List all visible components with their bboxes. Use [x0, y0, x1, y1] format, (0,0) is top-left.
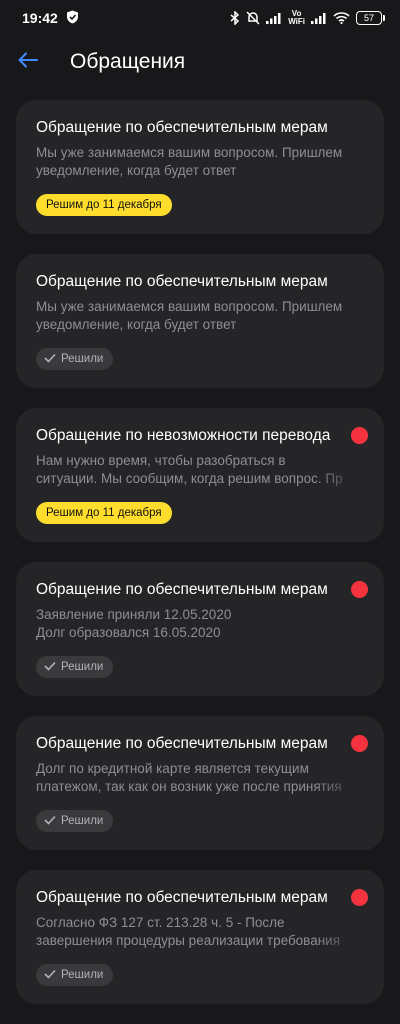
request-description: Мы уже занимаемся вашим вопросом. Пришле… — [36, 145, 343, 178]
arrow-left-icon — [18, 52, 38, 73]
unread-indicator — [351, 889, 368, 906]
request-title: Обращение по обеспечительным мерам — [36, 119, 328, 136]
shield-icon — [66, 10, 79, 27]
app-header: Обращения — [0, 40, 400, 84]
checkmark-icon — [44, 815, 56, 828]
status-badge: Решили — [36, 810, 114, 832]
request-title: Обращение по обеспечительным мерам — [36, 889, 328, 906]
request-title: Обращение по невозможности перевода — [36, 427, 331, 444]
signal-icon-2 — [311, 12, 327, 24]
request-card[interactable]: Обращение по обеспечительным мерам Согла… — [16, 870, 384, 1004]
status-badge: Решим до 11 декабря — [36, 194, 172, 216]
request-title: Обращение по обеспечительным мерам — [36, 273, 328, 290]
checkmark-icon — [44, 353, 56, 366]
request-description: Заявление приняли 12.05.2020 Долг образо… — [36, 607, 232, 640]
checkmark-icon — [44, 969, 56, 982]
status-badge: Решили — [36, 964, 114, 986]
request-description: Долг по кредитной карте является текущим… — [36, 761, 342, 794]
status-badge: Решим до 11 декабря — [36, 502, 172, 524]
status-badge: Решили — [36, 348, 114, 370]
signal-icon — [266, 12, 282, 24]
unread-indicator — [351, 581, 368, 598]
unread-indicator — [351, 427, 368, 444]
request-card[interactable]: Обращение по обеспечительным мерам Мы уж… — [16, 100, 384, 234]
unread-indicator — [351, 735, 368, 752]
checkmark-icon — [44, 661, 56, 674]
status-bar: 19:42 Vo WiFi 57 — [0, 0, 400, 36]
status-time: 19:42 — [22, 10, 58, 26]
request-title: Обращение по обеспечительным мерам — [36, 581, 328, 598]
request-card[interactable]: Обращение по обеспечительным мерам Заявл… — [16, 562, 384, 696]
status-badge: Решили — [36, 656, 114, 678]
request-description: Мы уже занимаемся вашим вопросом. Пришле… — [36, 299, 343, 332]
wifi-icon — [333, 12, 350, 24]
request-description: Согласно ФЗ 127 ст. 213.28 ч. 5 - После … — [36, 915, 341, 948]
page-title: Обращения — [70, 50, 186, 73]
request-description: Нам нужно время, чтобы разобраться в сит… — [36, 453, 343, 486]
battery-icon: 57 — [356, 11, 385, 25]
request-title: Обращение по обеспечительным мерам — [36, 735, 328, 752]
mute-bell-icon — [246, 11, 260, 25]
request-card[interactable]: Обращение по обеспечительным мерам Мы уж… — [16, 254, 384, 388]
bluetooth-icon — [230, 11, 240, 25]
request-card[interactable]: Обращение по невозможности перевода Нам … — [16, 408, 384, 542]
vowifi-indicator: Vo WiFi — [288, 9, 305, 26]
requests-list: Обращение по обеспечительным мерам Мы уж… — [16, 100, 384, 1024]
request-card[interactable]: Обращение по обеспечительным мерам Долг … — [16, 716, 384, 850]
back-button[interactable] — [6, 40, 50, 84]
